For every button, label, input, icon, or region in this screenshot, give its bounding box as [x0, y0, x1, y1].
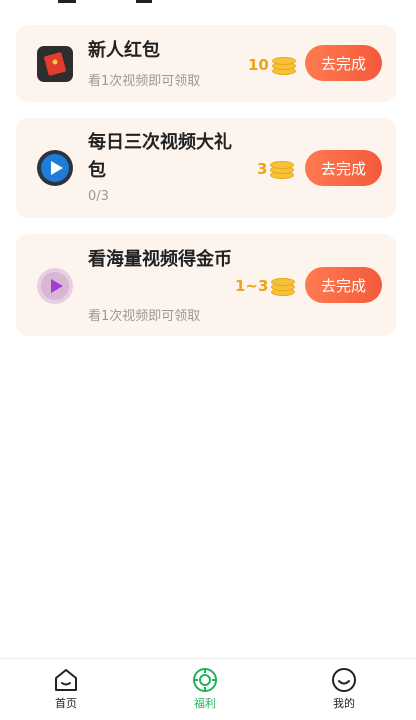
task-card-daily-videos: 每日三次视频大礼包 0/3 3 去完成 [16, 118, 396, 218]
coin-stack-icon [270, 157, 296, 181]
tab-label: 首页 [55, 697, 77, 710]
welfare-page: 新人红包 看1次视频即可领取 10 去完成 每日三次视频大礼包 0/3 3 去完… [0, 0, 416, 720]
play-icon [36, 149, 74, 187]
task-title: 看海量视频得金币 [88, 249, 232, 270]
profile-icon [332, 668, 356, 692]
coin-stack-icon [271, 274, 297, 298]
cut-off-header [58, 0, 178, 6]
welfare-icon [193, 668, 217, 692]
task-subtitle: 0/3 [88, 189, 109, 204]
task-card-new-user: 新人红包 看1次视频即可领取 10 去完成 [16, 25, 396, 102]
tab-label: 福利 [194, 697, 216, 710]
reward-amount: 10 [248, 56, 269, 74]
coin-stack-icon [271, 53, 298, 77]
video-icon [36, 267, 74, 305]
home-icon [55, 669, 77, 691]
go-complete-button[interactable]: 去完成 [305, 150, 382, 186]
go-complete-button[interactable]: 去完成 [305, 267, 382, 303]
tab-profile[interactable]: 我的 [309, 667, 379, 711]
reward-amount: 1~3 [235, 277, 269, 295]
bottom-tab-bar: 首页 福利 我的 [0, 658, 416, 720]
tab-home[interactable]: 首页 [31, 667, 101, 711]
task-card-watch-videos: 看海量视频得金币 看1次视频即可领取 1~3 去完成 [16, 234, 396, 336]
task-title: 每日三次视频大礼包 [88, 132, 232, 181]
reward: 3 [257, 157, 296, 181]
go-complete-button[interactable]: 去完成 [305, 45, 382, 81]
task-subtitle: 看1次视频即可领取 [88, 74, 201, 89]
reward: 10 [248, 53, 298, 77]
tab-welfare[interactable]: 福利 [170, 667, 240, 711]
task-subtitle: 看1次视频即可领取 [88, 309, 201, 324]
tab-label: 我的 [333, 697, 355, 710]
task-title: 新人红包 [88, 40, 160, 61]
red-envelope-icon [36, 45, 74, 83]
reward-amount: 3 [257, 160, 268, 178]
reward: 1~3 [235, 274, 297, 298]
